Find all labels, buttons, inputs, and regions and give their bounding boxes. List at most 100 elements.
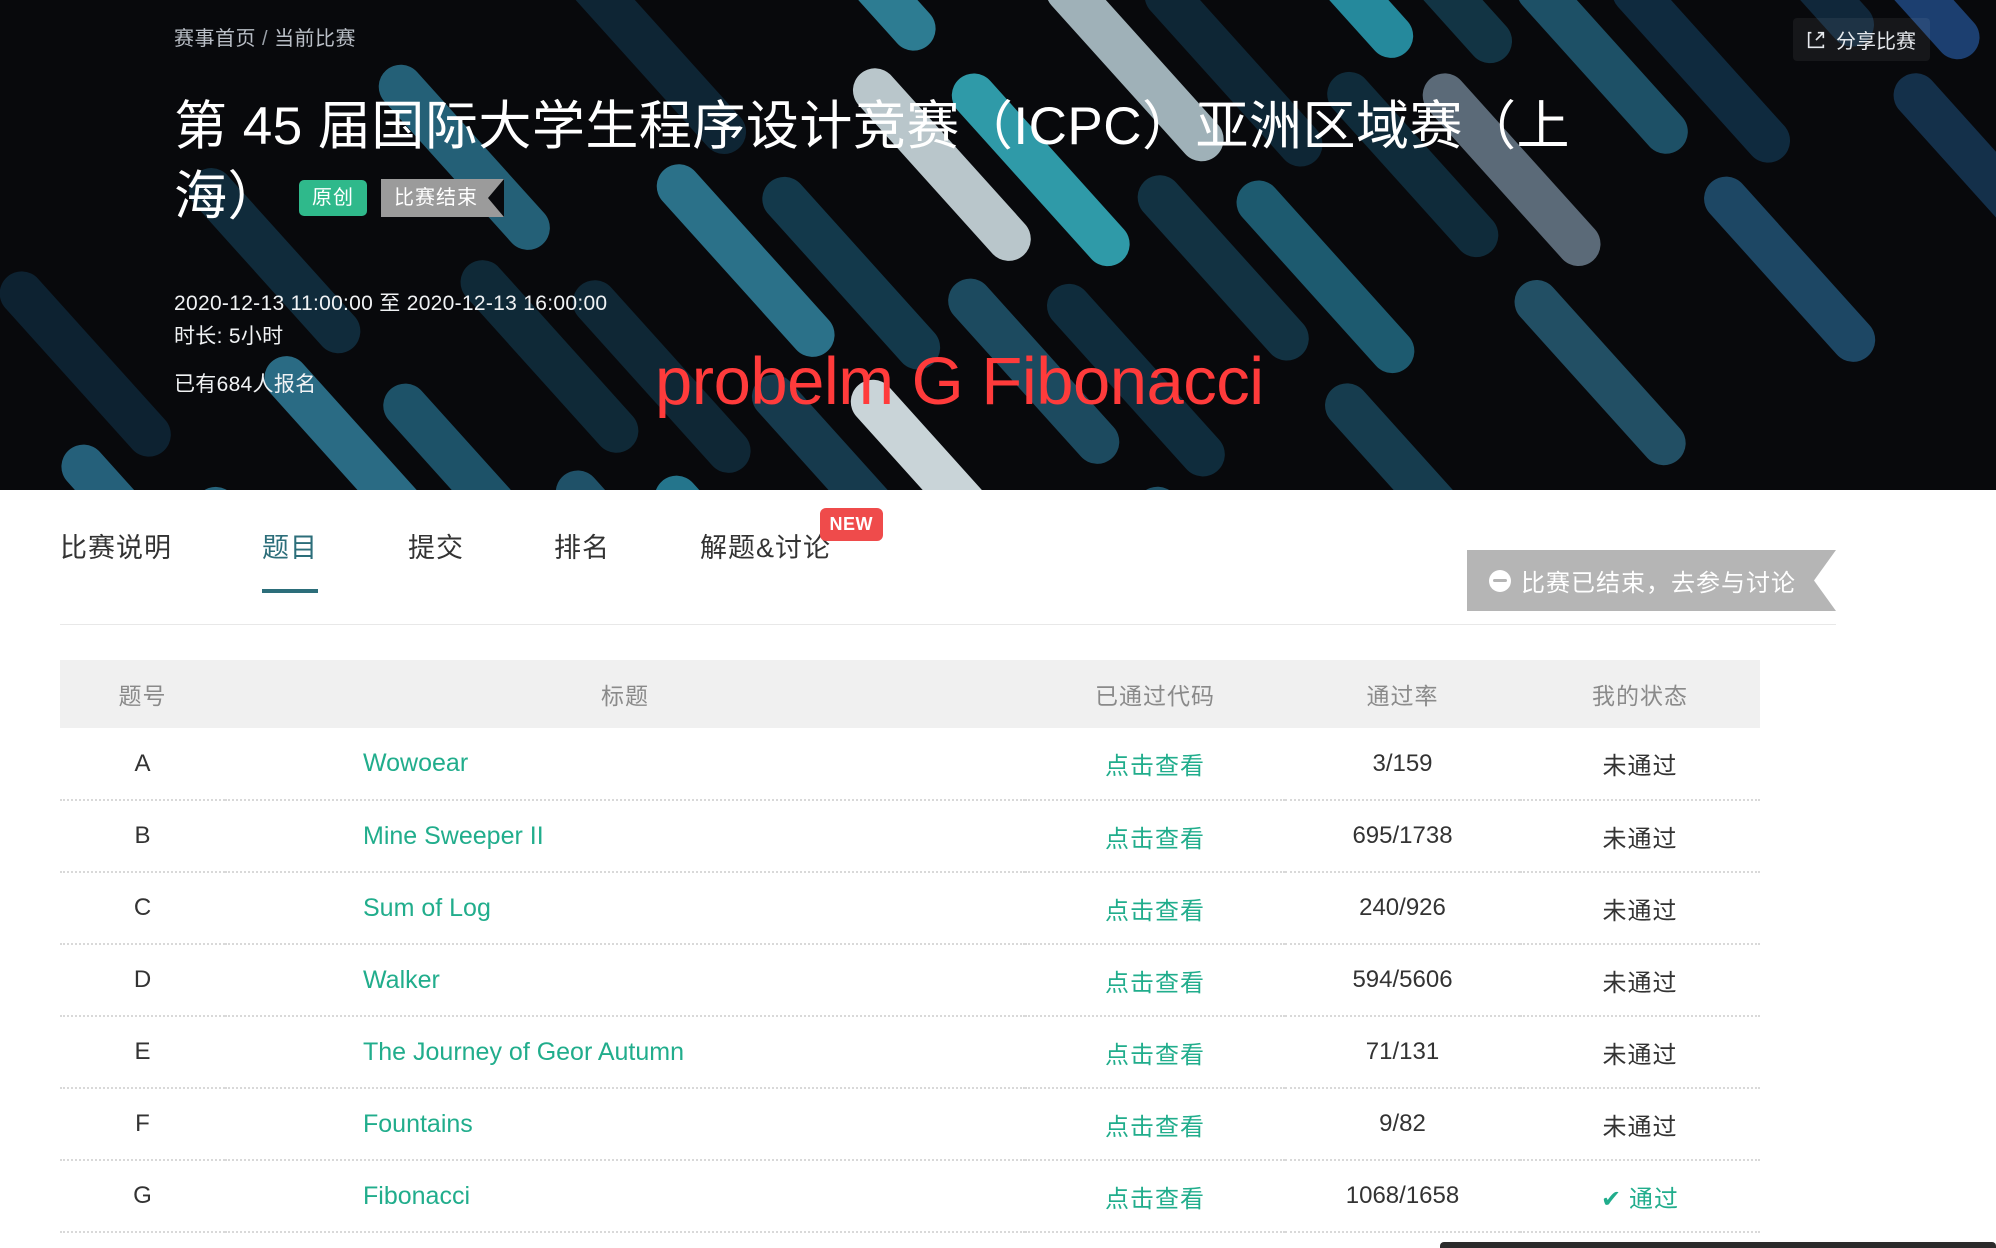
table-header-row: 题号 标题 已通过代码 通过率 我的状态 (60, 660, 1760, 728)
cell-problem-id: G (60, 1160, 225, 1233)
tab-problems-label: 题目 (262, 533, 318, 563)
cell-pass-rate: 71/131 (1285, 1016, 1520, 1089)
breadcrumb-current[interactable]: 当前比赛 (274, 28, 356, 50)
header-accepted-code: 已通过代码 (1025, 660, 1285, 728)
view-code-link[interactable]: 点击查看 (1105, 1186, 1205, 1213)
badge-contest-ended: 比赛结束 (381, 178, 504, 217)
cell-problem-id: D (60, 944, 225, 1017)
bottom-overlay-strip (1440, 1242, 1996, 1248)
problem-title-link[interactable]: Sum of Log (363, 894, 491, 922)
problem-title-link[interactable]: Fountains (363, 1110, 473, 1138)
cell-accepted-code: 点击查看 (1025, 1160, 1285, 1233)
cell-problem-title: Fountains (225, 1088, 1025, 1161)
contest-ended-banner[interactable]: 比赛已结束，去参与讨论 (1467, 550, 1836, 611)
problem-table-body: A Wowoear 点击查看 3/159 未通过 B Mine Sweeper II 点击查看… (60, 728, 1760, 1233)
cell-problem-title: Wowoear (225, 728, 1025, 801)
title-badge-group: 原创 比赛结束 (299, 178, 504, 217)
header-problem-title: 标题 (225, 660, 1025, 728)
minus-circle-icon (1489, 569, 1511, 592)
cell-accepted-code: 点击查看 (1025, 800, 1285, 873)
view-code-link[interactable]: 点击查看 (1105, 1042, 1205, 1069)
cell-pass-rate: 3/159 (1285, 728, 1520, 801)
problem-title-link[interactable]: Wowoear (363, 749, 468, 777)
cell-problem-id: A (60, 728, 225, 801)
cell-problem-id: C (60, 872, 225, 945)
table-row: C Sum of Log 点击查看 240/926 未通过 (60, 872, 1760, 945)
contest-duration: 时长: 5小时 (174, 324, 284, 348)
view-code-link[interactable]: 点击查看 (1105, 826, 1205, 853)
cell-accepted-code: 点击查看 (1025, 1016, 1285, 1089)
contest-signup-count: 已有684人报名 (174, 373, 317, 396)
problem-table: 题号 标题 已通过代码 通过率 我的状态 A Wowoear 点击查看 3/159 未通… (60, 660, 1760, 1233)
status-badge-not-passed: 未通过 (1520, 1088, 1760, 1161)
cell-problem-id: F (60, 1088, 225, 1161)
view-code-link[interactable]: 点击查看 (1105, 753, 1205, 780)
table-row: B Mine Sweeper II 点击查看 695/1738 未通过 (60, 800, 1760, 873)
cell-problem-title: Sum of Log (225, 872, 1025, 945)
annotation-overlay: probelm G Fibonacci (655, 344, 1264, 419)
tab-contest-info[interactable]: 比赛说明 (60, 490, 172, 593)
check-icon: ✔ (1600, 1185, 1623, 1213)
cell-problem-title: The Journey of Geor Autumn (225, 1016, 1025, 1089)
tab-submissions-label: 提交 (408, 533, 464, 563)
problem-title-link[interactable]: Mine Sweeper II (363, 822, 544, 850)
new-badge: NEW (819, 508, 884, 541)
status-badge-not-passed: 未通过 (1520, 944, 1760, 1017)
header-pass-rate: 通过率 (1285, 660, 1520, 728)
header-problem-id: 题号 (60, 660, 225, 728)
problem-table-head: 题号 标题 已通过代码 通过率 我的状态 (60, 660, 1760, 728)
badge-original: 原创 (299, 179, 367, 216)
tabbar-divider (60, 624, 1836, 625)
cell-pass-rate: 9/82 (1285, 1088, 1520, 1161)
cell-pass-rate: 1068/1658 (1285, 1160, 1520, 1233)
tab-ranking[interactable]: 排名 (554, 490, 610, 593)
table-row: E The Journey of Geor Autumn 点击查看 71/131 未通过 (60, 1016, 1760, 1089)
tab-submissions[interactable]: 提交 (408, 490, 464, 593)
cell-problem-title: Walker (225, 944, 1025, 1017)
table-row: A Wowoear 点击查看 3/159 未通过 (60, 728, 1760, 801)
tab-discussion[interactable]: 解题&讨论 NEW (700, 490, 884, 593)
contest-schedule: 2020-12-13 11:00:00 至 2020-12-13 16:00:0… (174, 288, 607, 353)
cell-problem-title: Mine Sweeper II (225, 800, 1025, 873)
problem-title-link[interactable]: Walker (363, 966, 440, 994)
share-icon (1807, 31, 1825, 48)
cell-accepted-code: 点击查看 (1025, 1088, 1285, 1161)
contest-time-range: 2020-12-13 11:00:00 至 2020-12-13 16:00:0… (174, 292, 608, 315)
breadcrumb-separator: / (262, 28, 269, 50)
cell-accepted-code: 点击查看 (1025, 728, 1285, 801)
cell-problem-id: B (60, 800, 225, 873)
cell-pass-rate: 240/926 (1285, 872, 1520, 945)
breadcrumb: 赛事首页 / 当前比赛 (174, 22, 356, 51)
status-badge-not-passed: 未通过 (1520, 872, 1760, 945)
contest-ended-banner-label: 比赛已结束，去参与讨论 (1521, 570, 1796, 597)
cell-pass-rate: 594/5606 (1285, 944, 1520, 1017)
share-contest-label: 分享比赛 (1836, 31, 1916, 53)
problem-title-link[interactable]: Fibonacci (363, 1182, 470, 1210)
share-contest-button[interactable]: 分享比赛 (1793, 18, 1930, 61)
status-badge-passed: ✔ 通过 (1520, 1160, 1760, 1233)
view-code-link[interactable]: 点击查看 (1105, 898, 1205, 925)
table-row: G Fibonacci 点击查看 1068/1658 ✔ 通过 (60, 1160, 1760, 1233)
cell-problem-title: Fibonacci (225, 1160, 1025, 1233)
tab-contest-info-label: 比赛说明 (60, 533, 172, 563)
cell-problem-id: E (60, 1016, 225, 1089)
view-code-link[interactable]: 点击查看 (1105, 1114, 1205, 1141)
breadcrumb-home[interactable]: 赛事首页 (174, 28, 256, 50)
header-my-status: 我的状态 (1520, 660, 1760, 728)
table-row: F Fountains 点击查看 9/82 未通过 (60, 1088, 1760, 1161)
tab-list: 比赛说明 题目 提交 排名 解题&讨论 NEW (60, 490, 921, 593)
cell-accepted-code: 点击查看 (1025, 872, 1285, 945)
tab-discussion-label: 解题&讨论 (700, 533, 832, 563)
problem-title-link[interactable]: The Journey of Geor Autumn (363, 1038, 684, 1066)
status-badge-not-passed: 未通过 (1520, 728, 1760, 801)
page-title: 第 45 届国际大学生程序设计竞赛（ICPC）亚洲区域赛（上海） 原创 比赛结束 (174, 92, 1624, 232)
tab-problems[interactable]: 题目 (262, 490, 318, 593)
cell-pass-rate: 695/1738 (1285, 800, 1520, 873)
status-label: 通过 (1629, 1185, 1680, 1213)
cell-accepted-code: 点击查看 (1025, 944, 1285, 1017)
contest-hero-banner: 赛事首页 / 当前比赛 分享比赛 第 45 届国际大学生程序设计竞赛（ICPC）亚洲… (0, 0, 1996, 490)
view-code-link[interactable]: 点击查看 (1105, 970, 1205, 997)
table-row: D Walker 点击查看 594/5606 未通过 (60, 944, 1760, 1017)
status-badge-not-passed: 未通过 (1520, 1016, 1760, 1089)
problem-table-container: 题号 标题 已通过代码 通过率 我的状态 A Wowoear 点击查看 3/159 未通… (60, 660, 1760, 1233)
